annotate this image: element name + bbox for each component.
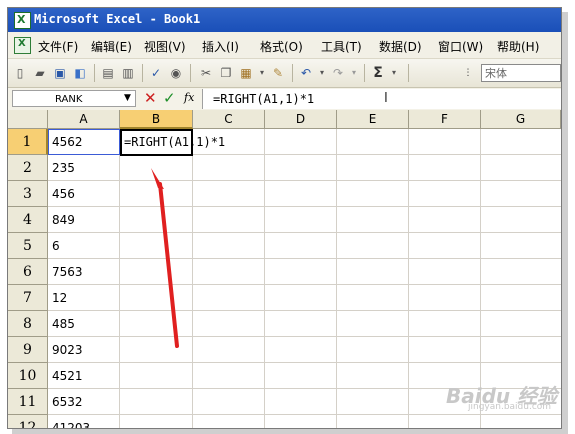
watermark-url: jingyan.baidu.com [468,402,552,412]
title-bar: X Microsoft Excel - Book1 [8,8,561,32]
redo-dropdown-icon[interactable]: ▾ [346,65,362,81]
menu-window[interactable]: 窗口(W) [438,38,483,55]
save-icon[interactable]: ▣ [52,65,68,81]
paste-icon[interactable]: ▦ [238,65,254,81]
permission-icon[interactable]: ◧ [72,65,88,81]
research-icon[interactable]: ◉ [168,65,184,81]
spelling-icon[interactable]: ✓ [148,65,164,81]
text-cursor-icon: I [384,91,388,106]
name-box-dropdown-icon[interactable]: ▼ [124,90,131,107]
window-shadow-bottom [12,429,568,434]
arrow-shaft [158,182,179,348]
undo-icon[interactable]: ↶ [298,65,314,81]
autosum-icon[interactable]: Σ [370,65,386,81]
menu-tools[interactable]: 工具(T) [321,38,362,55]
format-painter-icon[interactable]: ✎ [270,65,286,81]
toolbar-separator [142,64,143,82]
menu-bar: X 文件(F) 编辑(E) 视图(V) 插入(I) 格式(O) 工具(T) 数据… [8,32,561,59]
print-preview-icon[interactable]: ▥ [120,65,136,81]
excel-window: X Microsoft Excel - Book1 X 文件(F) 编辑(E) … [7,7,562,429]
menu-data[interactable]: 数据(D) [379,38,422,55]
toolbar-separator [190,64,191,82]
worksheet-grid[interactable]: A B C D E F G 1 2 3 4 5 6 7 8 9 10 11 12 [8,110,561,428]
enter-check-icon[interactable]: ✓ [163,89,176,107]
formula-input[interactable]: =RIGHT(A1,1)*1 [202,89,561,109]
menu-format[interactable]: 格式(O) [260,38,303,55]
paste-dropdown-icon[interactable]: ▾ [254,65,270,81]
menu-edit[interactable]: 编辑(E) [91,38,132,55]
name-box[interactable]: RANK [12,90,136,107]
workbook-icon[interactable]: X [14,37,31,54]
toolbar-separator [364,64,365,82]
standard-toolbar: ▯ ▰ ▣ ◧ ▤ ▥ ✓ ◉ ✂ ❐ ▦ ▾ ✎ ↶ ▾ ↷ ▾ Σ ▾ ⋮ … [8,59,561,88]
undo-dropdown-icon[interactable]: ▾ [314,65,330,81]
new-document-icon[interactable]: ▯ [12,65,28,81]
font-name-select[interactable]: 宋体 [481,64,561,82]
window-title: Microsoft Excel - Book1 [34,12,201,26]
cancel-icon[interactable]: ✕ [144,89,157,107]
menu-help[interactable]: 帮助(H) [497,38,539,55]
cut-icon[interactable]: ✂ [198,65,214,81]
insert-function-icon[interactable]: fx [184,91,194,104]
formula-bar: RANK ▼ ✕ ✓ fx =RIGHT(A1,1)*1 I [8,88,561,111]
window-shadow-right [562,12,568,429]
menu-file[interactable]: 文件(F) [38,38,78,55]
toolbar-separator [408,64,409,82]
toolbar-options-icon[interactable]: ⋮ [460,65,476,81]
toolbar-separator [94,64,95,82]
redo-icon[interactable]: ↷ [330,65,346,81]
autosum-dropdown-icon[interactable]: ▾ [386,65,402,81]
toolbar-separator [292,64,293,82]
print-icon[interactable]: ▤ [100,65,116,81]
menu-view[interactable]: 视图(V) [144,38,186,55]
open-folder-icon[interactable]: ▰ [32,65,48,81]
excel-logo-icon: X [14,12,31,29]
copy-icon[interactable]: ❐ [218,65,234,81]
menu-insert[interactable]: 插入(I) [202,38,239,55]
